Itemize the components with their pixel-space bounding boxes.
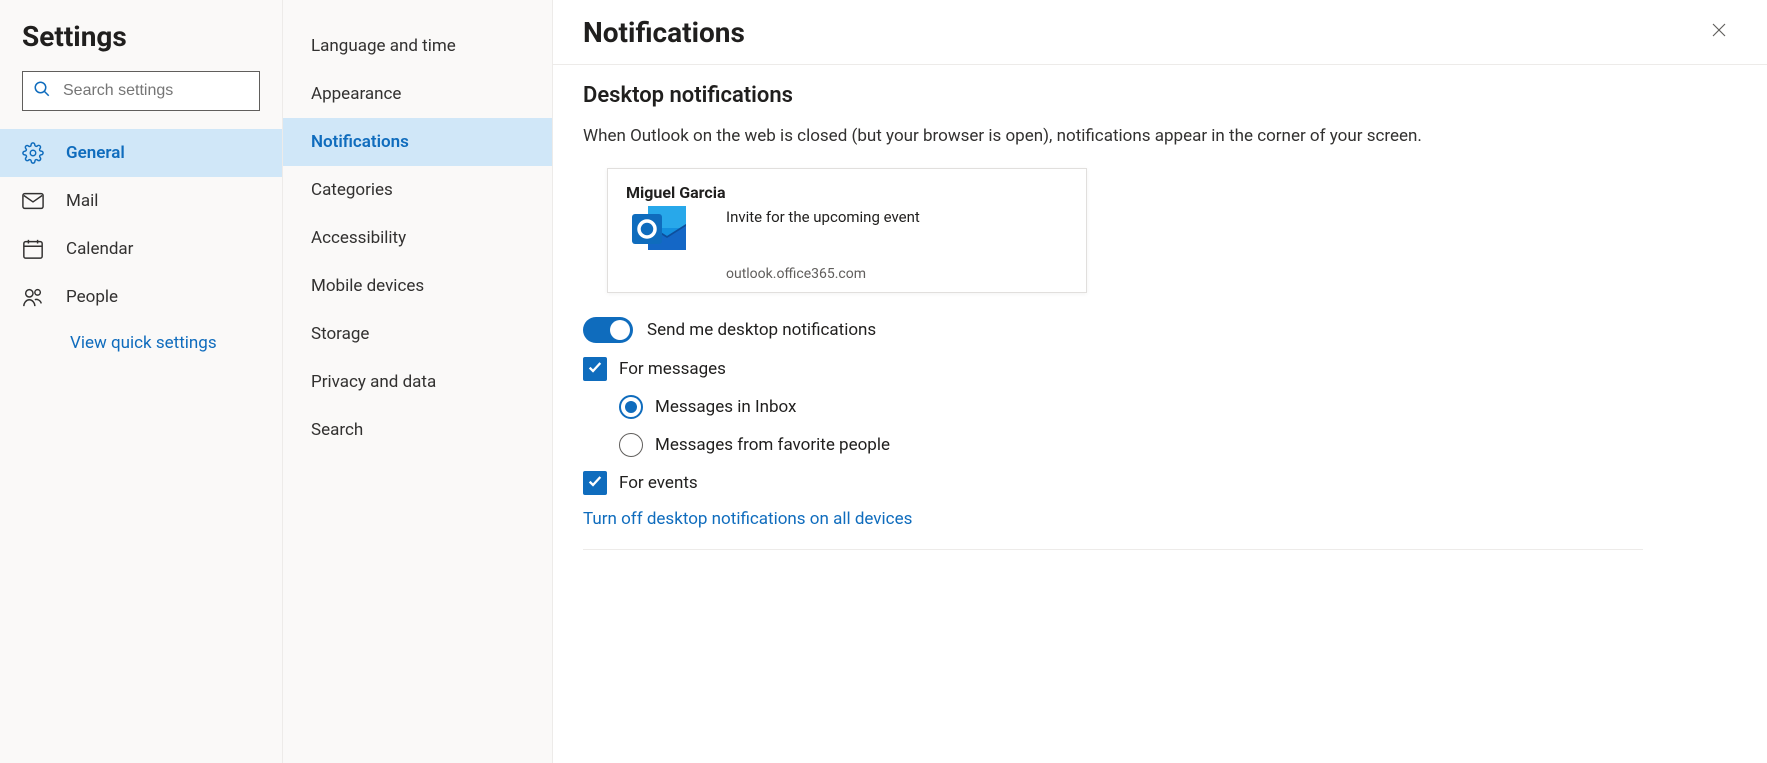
checkbox-label: For messages	[619, 359, 726, 379]
section-heading-desktop: Desktop notifications	[583, 83, 1643, 108]
section-divider	[583, 549, 1643, 550]
subnav-item-storage[interactable]: Storage	[283, 310, 552, 358]
check-icon	[587, 473, 603, 494]
subnav-item-language[interactable]: Language and time	[283, 22, 552, 70]
sidebar-item-mail[interactable]: Mail	[0, 177, 282, 225]
search-icon	[33, 80, 61, 102]
checkbox-for-events[interactable]	[583, 471, 607, 495]
radio-label: Messages from favorite people	[655, 435, 890, 455]
turn-off-all-devices-link[interactable]: Turn off desktop notifications on all de…	[583, 509, 912, 529]
sidebar-item-calendar[interactable]: Calendar	[0, 225, 282, 273]
subnav-item-notifications[interactable]: Notifications	[283, 118, 552, 166]
checkbox-for-messages[interactable]	[583, 357, 607, 381]
notification-preview-card: Miguel Garcia Invite for	[607, 168, 1087, 293]
mail-icon	[22, 190, 50, 212]
subnav-item-appearance[interactable]: Appearance	[283, 70, 552, 118]
settings-subnav: Language and time Appearance Notificatio…	[283, 0, 553, 763]
calendar-icon	[22, 238, 50, 260]
subnav-item-search[interactable]: Search	[283, 406, 552, 454]
toggle-desktop-notifications[interactable]	[583, 317, 633, 343]
page-title: Notifications	[583, 16, 745, 49]
settings-sidebar: Settings General	[0, 0, 283, 763]
section-help-desktop: When Outlook on the web is closed (but y…	[583, 126, 1643, 146]
preview-subject: Invite for the upcoming event	[726, 208, 1068, 226]
subnav-item-categories[interactable]: Categories	[283, 166, 552, 214]
radio-label: Messages in Inbox	[655, 397, 796, 417]
outlook-icon	[626, 202, 692, 264]
preview-domain: outlook.office365.com	[726, 266, 1068, 282]
sidebar-item-label: General	[66, 143, 125, 163]
settings-title: Settings	[0, 10, 282, 71]
sidebar-item-label: Mail	[66, 191, 98, 211]
view-quick-settings-link[interactable]: View quick settings	[0, 321, 282, 365]
subnav-item-mobile[interactable]: Mobile devices	[283, 262, 552, 310]
gear-icon	[22, 142, 50, 164]
checkbox-label: For events	[619, 473, 698, 493]
sidebar-item-label: Calendar	[66, 239, 133, 259]
search-settings-box[interactable]	[22, 71, 260, 111]
sidebar-item-people[interactable]: People	[0, 273, 282, 321]
search-input[interactable]	[61, 81, 249, 101]
radio-messages-favorites[interactable]	[619, 433, 643, 457]
close-icon	[1710, 21, 1728, 43]
toggle-label: Send me desktop notifications	[647, 320, 876, 340]
radio-messages-inbox[interactable]	[619, 395, 643, 419]
subnav-item-privacy[interactable]: Privacy and data	[283, 358, 552, 406]
check-icon	[587, 359, 603, 380]
sidebar-item-general[interactable]: General	[0, 129, 282, 177]
content-panel: Notifications Desktop notifications When…	[553, 0, 1767, 763]
sidebar-item-label: People	[66, 287, 118, 307]
preview-from: Miguel Garcia	[626, 183, 1068, 202]
close-button[interactable]	[1701, 14, 1737, 50]
subnav-item-accessibility[interactable]: Accessibility	[283, 214, 552, 262]
people-icon	[22, 286, 50, 308]
